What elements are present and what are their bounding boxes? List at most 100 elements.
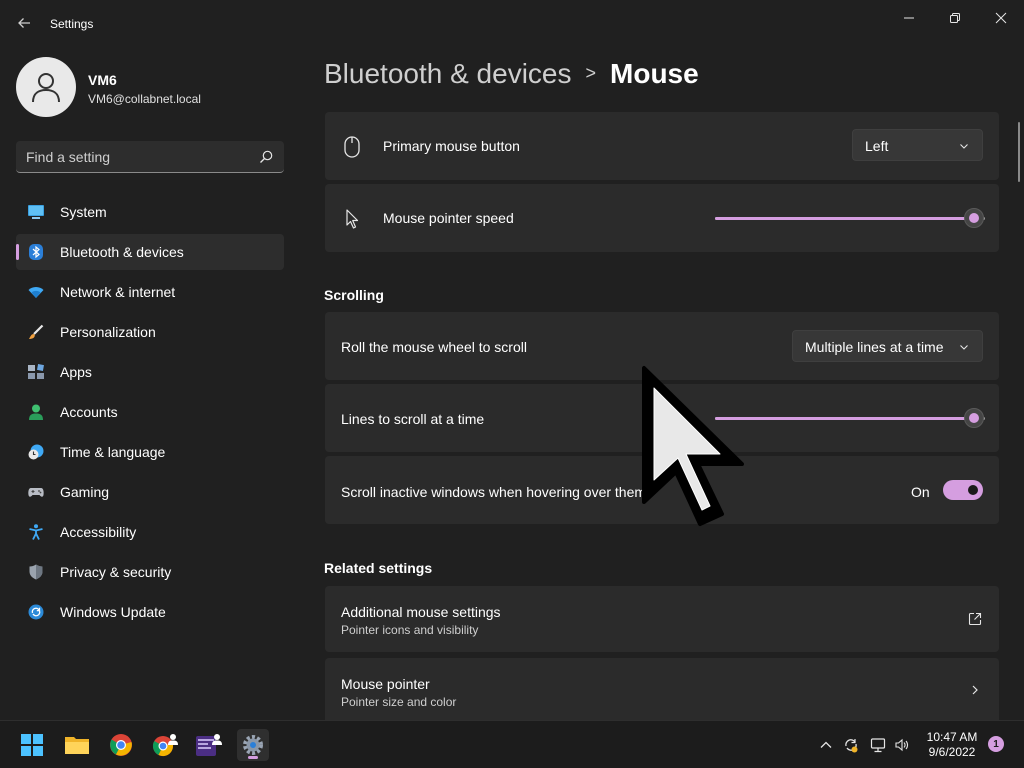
sync-icon[interactable] [843, 737, 859, 753]
volume-icon[interactable] [894, 737, 910, 753]
minimize-button[interactable] [886, 6, 932, 30]
taskbar-settings[interactable] [237, 729, 269, 761]
sidebar-item-accessibility[interactable]: Accessibility [16, 514, 284, 550]
additional-mouse-settings-label: Additional mouse settings [341, 604, 501, 620]
search-input[interactable] [26, 147, 246, 167]
scrollbar[interactable] [1018, 122, 1020, 182]
person-icon [29, 404, 43, 420]
sidebar-item-system[interactable]: System [16, 194, 284, 230]
breadcrumb-parent[interactable]: Bluetooth & devices [324, 58, 572, 89]
sidebar-item-label: Time & language [60, 444, 166, 460]
additional-mouse-settings-link[interactable]: Additional mouse settings Pointer icons … [325, 586, 999, 652]
scroll-inactive-label: Scroll inactive windows when hovering ov… [341, 484, 647, 500]
sidebar-item-personalization[interactable]: Personalization [16, 314, 284, 350]
sidebar-item-label: Personalization [60, 324, 156, 340]
dropdown-value: Left [865, 138, 889, 154]
pointer-speed-card: Mouse pointer speed [325, 184, 999, 252]
pointer-speed-label: Mouse pointer speed [383, 210, 514, 226]
apps-icon [28, 364, 44, 379]
shield-icon [29, 564, 43, 580]
roll-wheel-label: Roll the mouse wheel to scroll [341, 339, 527, 355]
sidebar-item-label: Apps [60, 364, 92, 380]
sidebar-item-apps[interactable]: Apps [16, 354, 284, 390]
sidebar-item-accounts[interactable]: Accounts [16, 394, 284, 430]
sidebar-item-time-language[interactable]: Time & language [16, 434, 284, 470]
chevron-up-icon[interactable] [818, 737, 834, 753]
lines-to-scroll-label: Lines to scroll at a time [341, 411, 485, 427]
sidebar-nav: System Bluetooth & devices Network & int… [16, 194, 284, 634]
clock-date: 9/6/2022 [928, 745, 976, 759]
chevron-down-icon [960, 144, 968, 149]
primary-mouse-button-label: Primary mouse button [383, 138, 520, 154]
dropdown-value: Multiple lines at a time [805, 339, 944, 355]
settings-app-icon [243, 735, 263, 755]
toggle-knob [968, 485, 978, 495]
pointer-arrow-icon [346, 209, 359, 229]
network-wired-icon[interactable] [870, 737, 886, 753]
taskbar-file-explorer[interactable] [61, 729, 93, 761]
sidebar-item-label: Accessibility [60, 524, 137, 540]
globe-clock-icon [28, 444, 44, 460]
taskbar: 10:47 AM 9/6/2022 [0, 720, 1024, 768]
sidebar-item-label: Accounts [60, 404, 118, 420]
breadcrumb: Bluetooth & devices > Mouse [324, 58, 699, 90]
sidebar-item-privacy-security[interactable]: Privacy & security [16, 554, 284, 590]
taskbar-clock[interactable]: 10:47 AM 9/6/2022 [920, 730, 984, 760]
clock-time: 10:47 AM [926, 730, 978, 744]
close-button[interactable] [978, 6, 1024, 30]
slider-fill [715, 217, 974, 220]
wifi-icon [28, 287, 44, 298]
terminal-profile-icon [196, 734, 222, 756]
slider-thumb[interactable] [964, 208, 984, 228]
sidebar-item-bluetooth-devices[interactable]: Bluetooth & devices [16, 234, 284, 270]
sidebar-item-windows-update[interactable]: Windows Update [16, 594, 284, 630]
title-bar: Settings [0, 0, 1024, 48]
app-title: Settings [50, 17, 94, 31]
primary-mouse-button-dropdown[interactable]: Left [852, 129, 983, 161]
related-settings-title: Related settings [324, 560, 433, 576]
taskbar-terminal-profile[interactable] [193, 729, 225, 761]
start-icon [21, 734, 43, 756]
toggle-state-label: On [911, 484, 930, 500]
sidebar-item-label: Privacy & security [60, 564, 172, 580]
mouse-pointer-label: Mouse pointer [341, 676, 430, 692]
search-box[interactable] [16, 141, 284, 173]
mouse-pointer-link[interactable]: Mouse pointer Pointer size and color [325, 658, 999, 720]
scrolling-section-title: Scrolling [324, 287, 384, 303]
mouse-pointer-sub: Pointer size and color [341, 695, 457, 709]
user-email: VM6@collabnet.local [88, 92, 201, 106]
taskbar-chrome-profile[interactable] [149, 729, 181, 761]
search-icon[interactable] [258, 149, 274, 165]
scroll-inactive-toggle[interactable] [943, 480, 983, 500]
sidebar-item-label: Bluetooth & devices [60, 244, 184, 260]
bluetooth-icon [29, 244, 43, 260]
accessibility-icon [29, 524, 43, 540]
page-title: Mouse [610, 58, 699, 89]
external-link-icon [968, 612, 982, 626]
gamepad-icon [28, 488, 44, 497]
user-name: VM6 [88, 72, 117, 88]
chevron-down-icon [960, 345, 968, 350]
maximize-button[interactable] [932, 6, 978, 30]
back-arrow-icon[interactable] [14, 13, 34, 33]
sidebar-item-label: Gaming [60, 484, 110, 500]
chevron-right-icon [972, 685, 978, 695]
start-button[interactable] [16, 729, 48, 761]
brush-icon [29, 324, 44, 339]
slider-thumb[interactable] [964, 408, 984, 428]
roll-wheel-dropdown[interactable]: Multiple lines at a time [792, 330, 983, 362]
minimize-icon [904, 17, 914, 19]
active-app-indicator [248, 756, 258, 759]
sidebar-item-label: Network & internet [60, 284, 176, 300]
update-icon [28, 604, 44, 620]
chrome-profile-icon [152, 734, 178, 757]
sidebar-item-gaming[interactable]: Gaming [16, 474, 284, 510]
taskbar-chrome[interactable] [105, 729, 137, 761]
additional-mouse-settings-sub: Pointer icons and visibility [341, 623, 479, 637]
system-icon [28, 205, 44, 219]
sidebar-item-network[interactable]: Network & internet [16, 274, 284, 310]
notification-badge[interactable]: 1 [988, 736, 1004, 752]
file-explorer-icon [65, 737, 89, 754]
avatar[interactable] [16, 57, 76, 117]
pointer-speed-slider[interactable] [715, 208, 985, 228]
